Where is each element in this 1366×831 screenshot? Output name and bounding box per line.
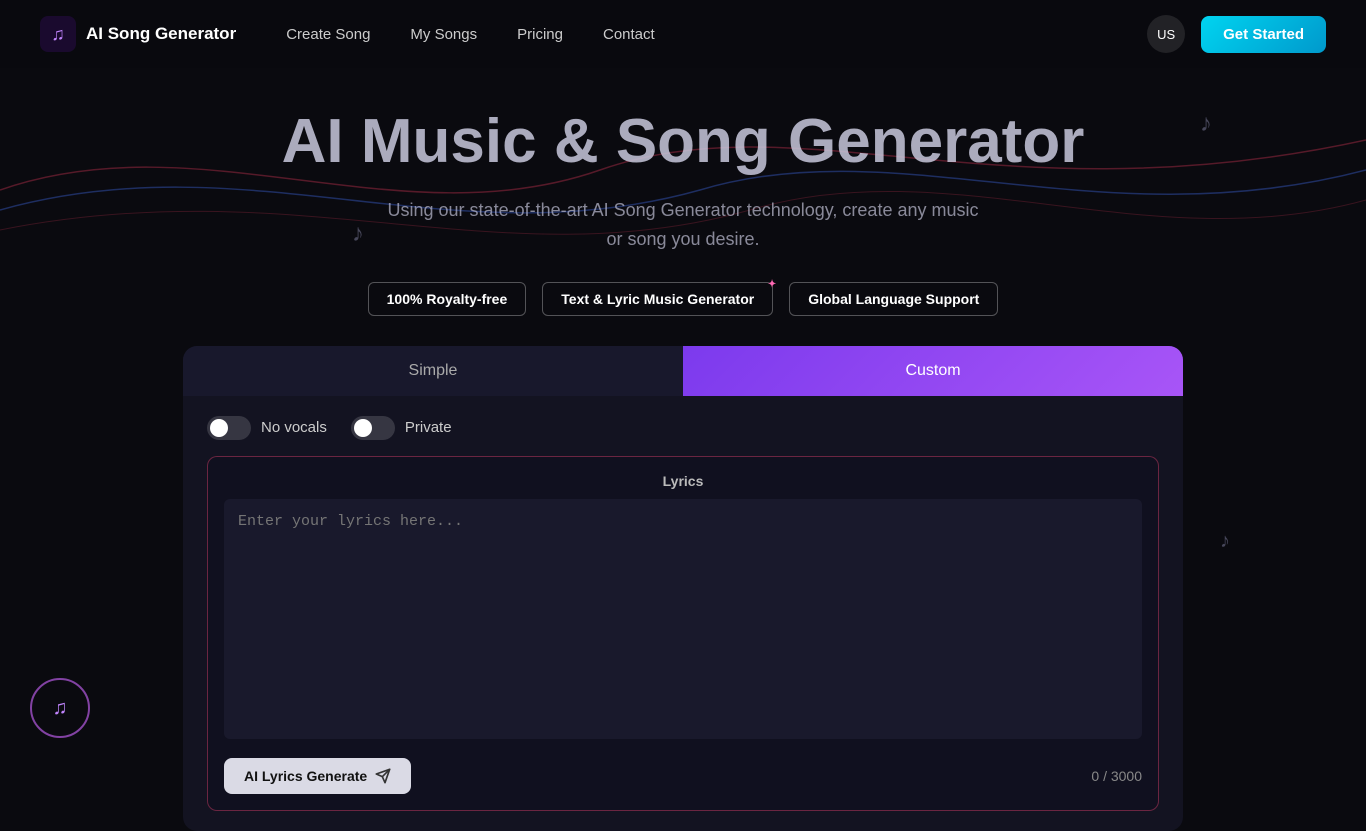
send-icon bbox=[375, 768, 391, 784]
no-vocals-toggle[interactable] bbox=[207, 416, 251, 440]
nav-my-songs[interactable]: My Songs bbox=[410, 26, 477, 43]
tab-custom[interactable]: Custom bbox=[683, 346, 1183, 396]
toggles-row: No vocals Private bbox=[207, 416, 1159, 440]
floating-music-widget[interactable]: ♫ bbox=[30, 678, 90, 738]
private-toggle[interactable] bbox=[351, 416, 395, 440]
lyrics-label: Lyrics bbox=[224, 473, 1142, 489]
ai-lyrics-generate-button[interactable]: AI Lyrics Generate bbox=[224, 758, 411, 794]
brand: ♫ AI Song Generator bbox=[40, 16, 236, 52]
svg-text:♫: ♫ bbox=[51, 24, 65, 44]
private-knob bbox=[354, 419, 372, 437]
lyrics-footer: AI Lyrics Generate 0 / 3000 bbox=[224, 758, 1142, 794]
hero-subtitle: Using our state-of-the-art AI Song Gener… bbox=[383, 196, 983, 254]
ai-generate-label: AI Lyrics Generate bbox=[244, 768, 367, 784]
card-content: No vocals Private Lyrics AI Lyrics Gener… bbox=[183, 396, 1183, 831]
brand-icon: ♫ bbox=[40, 16, 76, 52]
hero-title: AI Music & Song Generator bbox=[0, 108, 1366, 176]
language-selector[interactable]: US bbox=[1147, 15, 1185, 53]
get-started-button[interactable]: Get Started bbox=[1201, 16, 1326, 53]
badge-language[interactable]: Global Language Support bbox=[789, 282, 998, 316]
badge-lyric-gen[interactable]: Text & Lyric Music Generator bbox=[542, 282, 773, 316]
no-vocals-label: No vocals bbox=[261, 419, 327, 436]
brand-name: AI Song Generator bbox=[86, 24, 236, 44]
tab-simple[interactable]: Simple bbox=[183, 346, 683, 396]
char-count: 0 / 3000 bbox=[1091, 768, 1142, 784]
tabs: Simple Custom bbox=[183, 346, 1183, 396]
floating-note-icon: ♫ bbox=[46, 694, 74, 722]
nav-create-song[interactable]: Create Song bbox=[286, 26, 370, 43]
private-toggle-item: Private bbox=[351, 416, 452, 440]
badge-royalty-free[interactable]: 100% Royalty-free bbox=[368, 282, 527, 316]
svg-text:♫: ♫ bbox=[53, 697, 68, 719]
lyrics-textarea[interactable] bbox=[224, 499, 1142, 739]
nav-contact[interactable]: Contact bbox=[603, 26, 655, 43]
navbar: ♫ AI Song Generator Create Song My Songs… bbox=[0, 0, 1366, 68]
hero-section: AI Music & Song Generator Using our stat… bbox=[0, 68, 1366, 831]
lyrics-box: Lyrics AI Lyrics Generate 0 / 3000 bbox=[207, 456, 1159, 811]
no-vocals-knob bbox=[210, 419, 228, 437]
no-vocals-toggle-item: No vocals bbox=[207, 416, 327, 440]
nav-links: Create Song My Songs Pricing Contact bbox=[286, 26, 1147, 43]
main-card: Simple Custom No vocals Private bbox=[183, 346, 1183, 831]
badges-row: 100% Royalty-free Text & Lyric Music Gen… bbox=[0, 282, 1366, 316]
navbar-right: US Get Started bbox=[1147, 15, 1326, 53]
private-label: Private bbox=[405, 419, 452, 436]
nav-pricing[interactable]: Pricing bbox=[517, 26, 563, 43]
